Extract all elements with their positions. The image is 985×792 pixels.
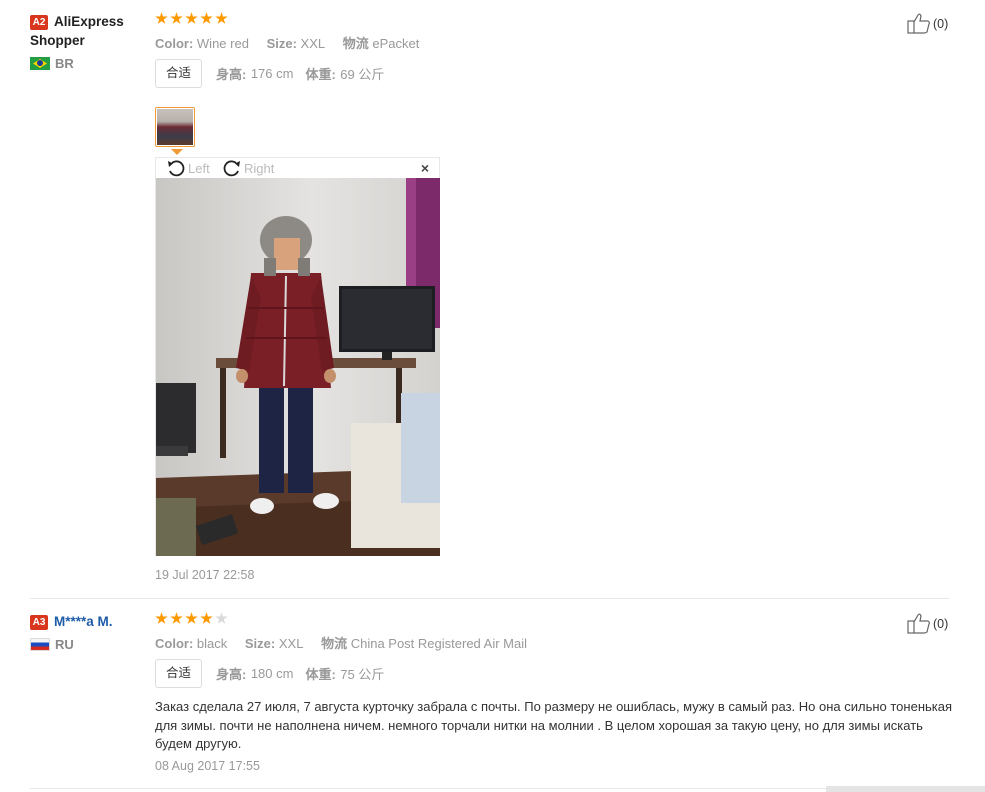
star-rating [155, 612, 815, 628]
weight-value: 69 公斤 [340, 67, 385, 82]
russia-flag-icon [30, 638, 50, 651]
star-empty-icon [215, 612, 228, 624]
thumbnail-pointer [171, 149, 183, 155]
reviewer-name-text[interactable]: M****a M. [54, 614, 113, 629]
color-label: Color: [155, 636, 194, 651]
reviewer-country: RU [30, 638, 148, 652]
review-date: 19 Jul 2017 22:58 [155, 568, 255, 582]
shipping-value: China Post Registered Air Mail [350, 636, 528, 651]
order-attributes: Color: Wine red Size: XXL 物流 ePacket [155, 36, 815, 52]
star-icon [200, 612, 213, 624]
thumbs-up-icon [907, 13, 930, 34]
helpful-button[interactable]: (0) [907, 12, 948, 35]
star-icon [155, 612, 168, 624]
shipping-label: 物流 [342, 36, 369, 51]
order-attributes: Color: black Size: XXL 物流 China Post Reg… [155, 636, 815, 652]
shipping-label: 物流 [321, 636, 348, 651]
weight-value: 75 公斤 [340, 667, 385, 682]
color-value: black [196, 636, 228, 651]
horizontal-scrollbar[interactable] [826, 786, 985, 792]
brazil-flag-icon [30, 57, 50, 70]
review-text: Заказ сделала 27 июля, 7 августа курточк… [155, 699, 953, 751]
rotate-right-icon [223, 160, 240, 177]
rotate-left-label: Left [188, 161, 210, 176]
star-icon [185, 12, 198, 24]
photo-viewer: Left Right × [155, 157, 440, 556]
height-value: 176 cm [250, 66, 294, 81]
rotate-left-button[interactable]: Left [166, 159, 210, 178]
star-icon [155, 12, 168, 24]
country-code: RU [55, 637, 74, 652]
thumbs-up-icon [907, 613, 930, 634]
rotate-left-icon [168, 160, 185, 177]
weight-label: 体重: [305, 667, 336, 682]
review-photo [156, 178, 440, 556]
close-viewer-button[interactable]: × [421, 161, 429, 175]
country-code: BR [55, 56, 74, 71]
review-item: A2 AliExpress Shopper BR Color: Wine red … [30, 12, 949, 599]
fit-badge: 合适 [155, 659, 203, 688]
star-rating [155, 12, 815, 28]
helpful-count: (0) [933, 617, 949, 631]
height-value: 180 cm [250, 666, 294, 681]
viewer-toolbar: Left Right × [156, 158, 439, 178]
size-value: XXL [300, 36, 326, 51]
height-label: 身高: [216, 67, 247, 82]
buyer-level-badge: A3 [30, 615, 48, 630]
size-label: Size: [266, 36, 297, 51]
thumbnail-image [157, 109, 193, 145]
star-icon [170, 612, 183, 624]
fit-info: 合适 身高: 176 cm 体重: 69 公斤 [155, 59, 815, 88]
rotate-right-label: Right [244, 161, 275, 176]
star-icon [170, 12, 183, 24]
height-label: 身高: [216, 667, 247, 682]
review-date: 08 Aug 2017 17:55 [155, 759, 260, 773]
review-item: A3 M****a M. RU Color: black Size: XXL 物流… [30, 612, 952, 789]
star-icon [200, 12, 213, 24]
size-value: XXL [278, 636, 304, 651]
fit-badge: 合适 [155, 59, 203, 88]
star-icon [215, 12, 228, 24]
buyer-level-badge: A2 [30, 15, 48, 30]
review-content: Color: black Size: XXL 物流 China Post Reg… [155, 612, 952, 773]
review-content: Color: Wine red Size: XXL 物流 ePacket 合适 … [155, 12, 815, 582]
size-label: Size: [244, 636, 276, 651]
reviewer-info: A3 M****a M. RU [30, 612, 148, 652]
fit-info: 合适 身高: 180 cm 体重: 75 公斤 [155, 659, 815, 688]
review-photo-image [156, 178, 440, 556]
star-icon [185, 612, 198, 624]
helpful-button[interactable]: (0) [907, 612, 948, 635]
color-label: Color: [155, 36, 194, 51]
reviewer-name[interactable]: A3 M****a M. [30, 612, 148, 631]
reviewer-name[interactable]: A2 AliExpress Shopper [30, 12, 148, 50]
helpful-count: (0) [933, 17, 949, 31]
color-value: Wine red [196, 36, 249, 51]
rotate-right-button[interactable]: Right [222, 159, 274, 178]
weight-label: 体重: [305, 67, 336, 82]
reviewer-info: A2 AliExpress Shopper BR [30, 12, 148, 71]
reviewer-country: BR [30, 57, 148, 71]
shipping-value: ePacket [372, 36, 420, 51]
photo-thumbnail[interactable] [155, 107, 195, 147]
